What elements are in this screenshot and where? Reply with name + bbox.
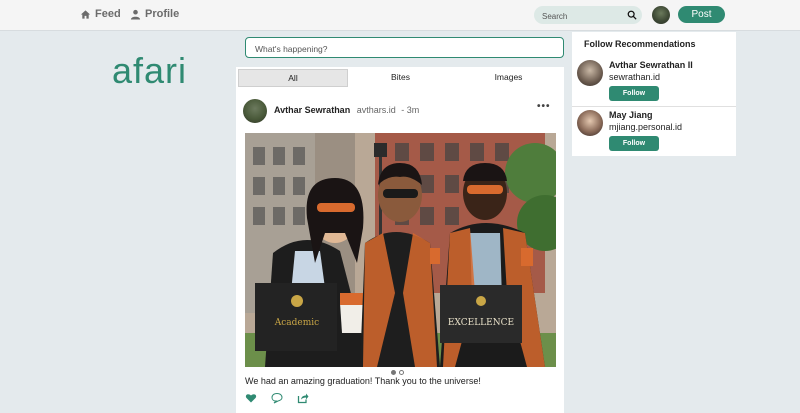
recommendation-handle[interactable]: sewrathan.id — [609, 72, 660, 82]
carousel-dot-2[interactable] — [399, 370, 404, 375]
post-button[interactable]: Post — [678, 6, 725, 23]
svg-text:Academic: Academic — [274, 318, 319, 328]
comment-icon[interactable] — [271, 392, 283, 404]
tab-all[interactable]: All — [238, 69, 348, 87]
follow-button[interactable]: Follow — [609, 86, 659, 101]
carousel-dot-1[interactable] — [391, 370, 396, 375]
recommendation-item: Avthar Sewrathan II sewrathan.id Follow — [572, 56, 736, 106]
user-icon — [130, 9, 141, 20]
feed-panel: All Bites Images Avthar Sewrathan avthar… — [236, 67, 564, 413]
more-horizontal-icon[interactable]: ••• — [537, 101, 551, 112]
heart-icon[interactable] — [245, 392, 257, 404]
app-logo: afari — [112, 50, 188, 91]
tab-images[interactable]: Images — [455, 69, 562, 85]
nav-profile[interactable]: Profile — [130, 8, 179, 20]
post-author-avatar[interactable] — [243, 99, 267, 123]
top-navbar: Feed Profile Post — [0, 0, 800, 31]
post-image[interactable]: Academic EXCELLENCE — [245, 133, 556, 367]
recommendations-title: Follow Recommendations — [584, 39, 696, 49]
feed-tabs: All Bites Images — [236, 67, 564, 87]
home-icon — [80, 9, 91, 19]
post-time: - 3m — [401, 105, 420, 115]
recommendation-avatar[interactable] — [577, 110, 603, 136]
nav-feed-label: Feed — [95, 8, 121, 20]
compose-input[interactable] — [253, 41, 557, 56]
svg-text:EXCELLENCE: EXCELLENCE — [448, 318, 514, 328]
post-actions — [245, 392, 309, 404]
recommendation-item: May Jiang mjiang.personal.id Follow — [572, 107, 736, 157]
nav-profile-label: Profile — [145, 8, 180, 20]
follow-recommendations: Follow Recommendations Avthar Sewrathan … — [572, 32, 736, 156]
compose-box — [245, 37, 564, 58]
search-icon[interactable] — [627, 10, 637, 20]
user-avatar[interactable] — [652, 6, 670, 24]
share-icon[interactable] — [297, 392, 309, 404]
post-author-handle[interactable]: avthars.id — [357, 105, 396, 115]
recommendation-avatar[interactable] — [577, 60, 603, 86]
post-author-name[interactable]: Avthar Sewrathan — [274, 105, 350, 115]
recommendation-handle[interactable]: mjiang.personal.id — [609, 122, 682, 132]
post-header: Avthar Sewrathan avthars.id - 3m — [274, 105, 419, 115]
search-input[interactable] — [540, 8, 628, 24]
carousel-indicator — [391, 370, 404, 375]
search-box — [534, 6, 642, 24]
follow-button[interactable]: Follow — [609, 136, 659, 151]
post-caption: We had an amazing graduation! Thank you … — [245, 376, 481, 386]
tab-bites[interactable]: Bites — [347, 69, 454, 85]
nav-feed[interactable]: Feed — [80, 8, 121, 20]
recommendation-name[interactable]: Avthar Sewrathan II — [609, 60, 693, 70]
recommendation-name[interactable]: May Jiang — [609, 110, 653, 120]
